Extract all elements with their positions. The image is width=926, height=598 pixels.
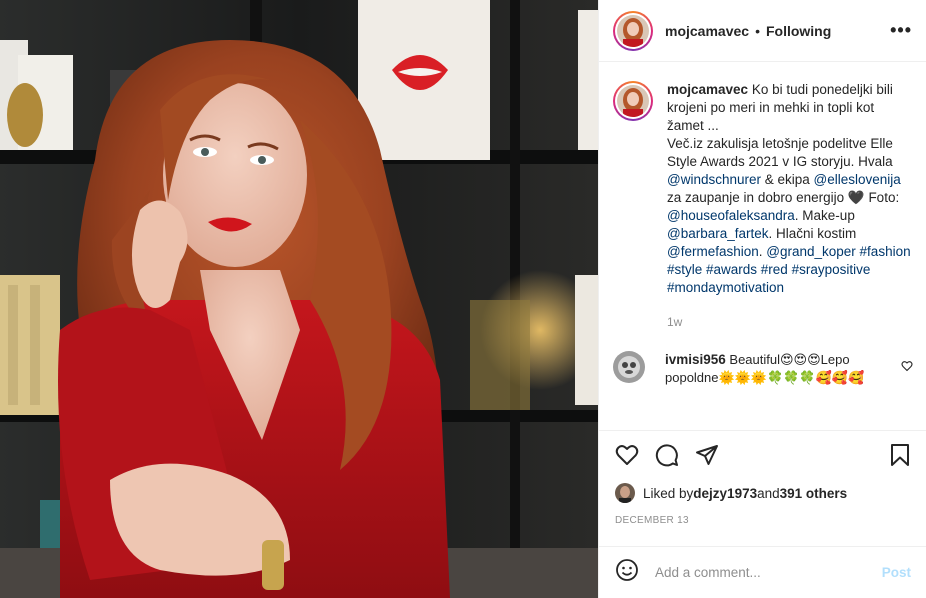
caption-line2d: . Make-up	[794, 208, 855, 223]
caption-line2b: & ekipa	[761, 172, 814, 187]
commenter-avatar-image	[613, 351, 645, 383]
mention-windschnurer[interactable]: @windschnurer	[667, 172, 761, 187]
mention-grand-koper[interactable]: @grand_koper	[766, 244, 856, 259]
mention-houseofaleksandra[interactable]: @houseofaleksandra	[667, 208, 795, 223]
caption-time[interactable]: 1w	[667, 315, 913, 329]
post-date[interactable]: December 13	[615, 515, 911, 526]
caption-text: mojcamavec Ko bi tudi ponedeljki bili kr…	[667, 81, 913, 297]
likes-prefix: Liked by	[643, 485, 694, 501]
commenter-username[interactable]: ivmisi956	[665, 352, 726, 367]
post-header: mojcamavec • Following •••	[599, 0, 926, 62]
add-comment-bar: Post	[599, 546, 926, 598]
separator-dot: •	[755, 22, 760, 39]
post-actions: Liked by dejzy1973 and 391 others Decemb…	[599, 430, 926, 526]
like-comment-icon[interactable]	[901, 359, 913, 377]
author-avatar[interactable]	[613, 10, 653, 51]
caption-line2c: za zaupanje in dobro energijo 🖤 Foto:	[667, 190, 900, 205]
liker-username[interactable]: dejzy1973	[693, 486, 757, 501]
caption-line2e: . Hlačni kostim	[768, 226, 857, 241]
comment-icon[interactable]	[655, 443, 679, 472]
mention-barbara-fartek[interactable]: @barbara_fartek	[667, 226, 769, 241]
liker-avatar-image	[615, 483, 635, 503]
likes-others[interactable]: 391 others	[780, 486, 848, 501]
comments-section: mojcamavec Ko bi tudi ponedeljki bili kr…	[599, 63, 926, 429]
heart-icon[interactable]	[615, 443, 639, 472]
caption-username[interactable]: mojcamavec	[667, 82, 748, 97]
caption-avatar[interactable]	[613, 81, 653, 121]
following-button[interactable]: Following	[766, 23, 831, 39]
likes-summary: Liked by dejzy1973 and 391 others	[615, 483, 911, 503]
instagram-post: mojcamavec • Following ••• mojcamavec Ko…	[0, 0, 926, 598]
comment-input[interactable]	[655, 565, 882, 580]
post-image	[0, 0, 598, 598]
more-options-icon[interactable]: •••	[890, 20, 912, 41]
comment-item: ivmisi956 Beautiful😍😍😍Lepo popoldne🌞🌞🌞🍀🍀…	[613, 351, 913, 387]
mention-elleslovenija[interactable]: @elleslovenija	[814, 172, 901, 187]
post-button[interactable]: Post	[882, 565, 911, 580]
post-sidebar: mojcamavec • Following ••• mojcamavec Ko…	[598, 0, 926, 598]
caption-line2a: Več.iz zakulisja letošnje podelitve Elle…	[667, 136, 893, 169]
author-username[interactable]: mojcamavec	[665, 23, 749, 39]
caption: mojcamavec Ko bi tudi ponedeljki bili kr…	[613, 81, 913, 297]
comment-text: ivmisi956 Beautiful😍😍😍Lepo popoldne🌞🌞🌞🍀🍀…	[665, 351, 885, 387]
post-photo[interactable]	[0, 0, 598, 598]
mention-fermefashion[interactable]: @fermefashion	[667, 244, 759, 259]
emoji-icon[interactable]	[615, 558, 639, 587]
bookmark-icon[interactable]	[889, 443, 911, 472]
avatar-image	[617, 85, 649, 117]
share-icon[interactable]	[695, 443, 719, 472]
liker-avatar[interactable]	[615, 483, 635, 503]
avatar-image	[617, 14, 649, 47]
likes-middle: and	[757, 485, 780, 501]
action-icons	[615, 443, 911, 471]
commenter-avatar[interactable]	[613, 351, 645, 383]
